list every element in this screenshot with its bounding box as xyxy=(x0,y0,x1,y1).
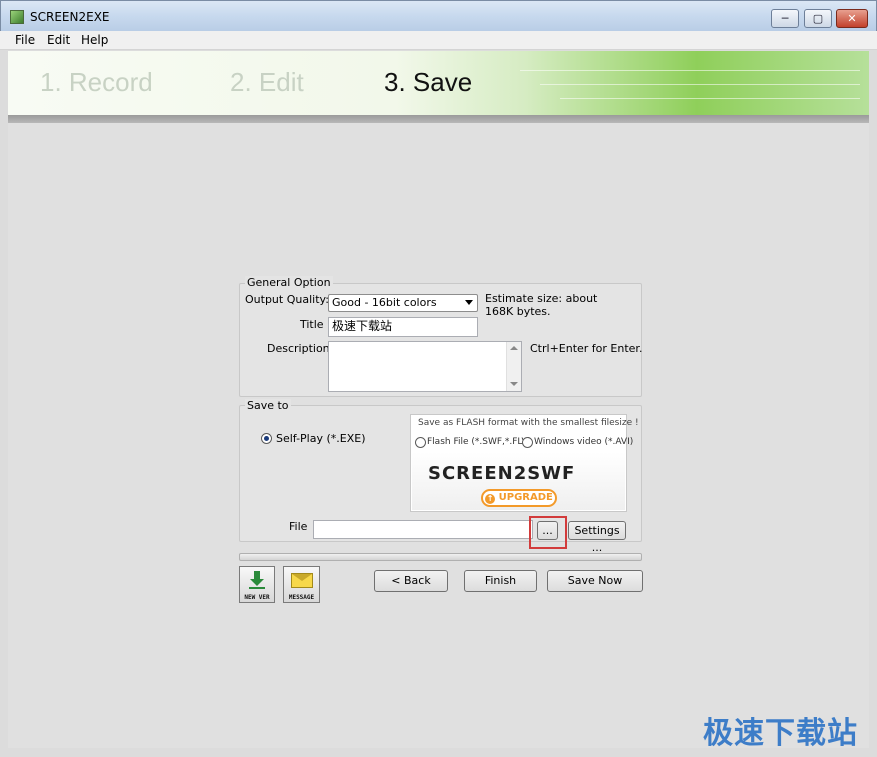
scroll-up-icon[interactable] xyxy=(510,346,518,350)
output-quality-select[interactable]: Good - 16bit colors xyxy=(328,294,478,312)
message-label: MESSAGE xyxy=(288,594,315,601)
new-version-label: NEW VER xyxy=(244,594,270,601)
general-option-label: General Option xyxy=(245,276,333,289)
menu-file[interactable]: File xyxy=(15,33,35,47)
flash-file-radio[interactable] xyxy=(415,437,426,448)
new-version-button[interactable]: NEW VER xyxy=(239,566,275,603)
self-play-radio[interactable] xyxy=(261,433,272,444)
envelope-icon xyxy=(291,573,313,588)
upgrade-button[interactable]: ↑ UPGRADE xyxy=(481,489,557,507)
file-label: File xyxy=(289,520,308,533)
step-edit: 2. Edit xyxy=(230,67,304,97)
title-bar xyxy=(0,0,877,31)
output-quality-label: Output Quality: xyxy=(245,293,329,306)
title-input[interactable]: 极速下载站 xyxy=(328,317,478,337)
progress-bar xyxy=(239,553,642,561)
file-path-input[interactable] xyxy=(313,520,533,539)
banner-stripe xyxy=(8,115,869,123)
message-button[interactable]: MESSAGE xyxy=(283,566,320,603)
windows-video-label[interactable]: Windows video (*.AVI) xyxy=(534,437,633,447)
save-to-label: Save to xyxy=(245,399,291,412)
screen2swf-logo: SCREEN2SWF xyxy=(428,463,576,484)
browse-button[interactable]: ... xyxy=(537,521,558,540)
banner-decoration xyxy=(540,84,860,85)
step-save: 3. Save xyxy=(384,67,473,97)
description-textarea[interactable] xyxy=(328,341,522,392)
arrow-up-icon: ↑ xyxy=(485,494,496,504)
watermark-text: 极速下载站 xyxy=(703,716,858,751)
windows-video-radio[interactable] xyxy=(522,437,533,448)
window-title: SCREEN2EXE xyxy=(30,10,110,24)
minimize-button[interactable]: ─ xyxy=(771,9,799,28)
save-now-button[interactable]: Save Now xyxy=(547,570,643,592)
output-quality-value: Good - 16bit colors xyxy=(332,296,437,309)
upgrade-label: UPGRADE xyxy=(498,492,553,503)
finish-button[interactable]: Finish xyxy=(464,570,537,592)
menu-edit[interactable]: Edit xyxy=(47,33,70,47)
close-button[interactable]: ✕ xyxy=(836,9,868,28)
back-button[interactable]: < Back xyxy=(374,570,448,592)
title-label: Title xyxy=(300,318,324,331)
description-label: Description xyxy=(267,342,330,355)
app-icon xyxy=(10,10,24,24)
scroll-down-icon[interactable] xyxy=(510,382,518,386)
menu-bar xyxy=(0,31,877,50)
settings-button[interactable]: Settings ... xyxy=(568,521,626,554)
download-icon xyxy=(249,571,265,589)
maximize-button[interactable]: ▢ xyxy=(804,9,832,28)
self-play-label[interactable]: Self-Play (*.EXE) xyxy=(276,432,366,445)
flash-file-label[interactable]: Flash File (*.SWF,*.FLV) xyxy=(427,437,531,447)
description-scrollbar[interactable] xyxy=(506,342,521,391)
banner-decoration xyxy=(560,98,860,99)
promo-headline: Save as FLASH format with the smallest f… xyxy=(418,418,639,428)
menu-help[interactable]: Help xyxy=(81,33,108,47)
chevron-down-icon xyxy=(465,300,473,305)
banner-decoration xyxy=(520,70,860,71)
estimate-size-text: Estimate size: about 168K bytes. xyxy=(485,292,598,318)
step-record: 1. Record xyxy=(40,67,153,97)
description-hint: Ctrl+Enter for Enter. xyxy=(530,342,643,355)
